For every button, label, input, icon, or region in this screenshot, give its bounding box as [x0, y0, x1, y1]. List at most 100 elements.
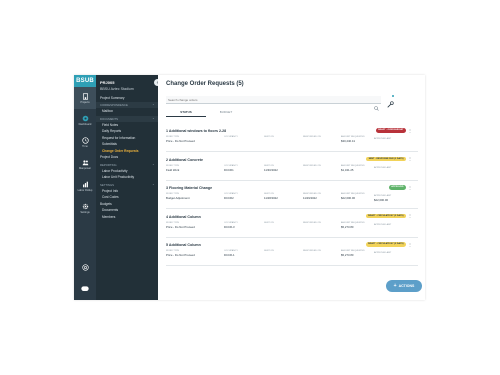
field-value: $22,000.00 [341, 196, 355, 200]
field-occ: OCCUPANCY DCCR-1 [224, 250, 238, 257]
field-label: WORK TYPE [166, 164, 180, 167]
field-resp: RESPONDED ON [303, 222, 321, 225]
field-type: WORK TYPE Price - Do Not Proceed [166, 250, 195, 257]
chevron-up-icon: ^ [152, 103, 154, 107]
field-appr: APPROVED AMT [374, 224, 391, 227]
field-label: RESPONDED ON [303, 136, 321, 138]
field-sent: SENT ON 11/30/2022 [264, 165, 278, 172]
sidebar-item[interactable]: Labor Unit Productivity [96, 174, 158, 181]
field-label: APPROVED AMT [374, 252, 392, 254]
field-label: APPROVED AMT [374, 223, 392, 226]
clock-icon [81, 136, 89, 144]
sidebar-nav: Project Summary CORRESPONDENCE ^ Mailbox DOC… [96, 95, 158, 221]
field-label: RESPONDED ON [303, 164, 321, 167]
field-label: WORK TYPE [166, 221, 180, 224]
rail-item-dashboard[interactable]: Dashboard [74, 109, 96, 131]
people-icon [81, 158, 89, 166]
field-label: WORK TYPE [166, 250, 180, 252]
help-icon [81, 263, 89, 271]
tab-status[interactable]: STATUS [166, 110, 206, 117]
sidebar-item[interactable]: Project Summary [96, 95, 158, 102]
status-badge: SENT - RESPONSE DUE (2 DAYS) [366, 156, 406, 161]
sidebar-item[interactable]: Mailbox [96, 108, 158, 115]
more-options-icon[interactable]: ⋮ [408, 185, 412, 190]
search-icon[interactable] [374, 98, 379, 111]
field-label: APPROVED AMT [374, 195, 392, 197]
change-order-title[interactable]: 4 Additional Column [166, 215, 201, 219]
sidebar-item[interactable]: Members [96, 214, 158, 221]
field-type: WORK TYPE Field Work [166, 165, 179, 172]
search-input[interactable] [166, 97, 366, 102]
field-amt: AMOUNT REQUESTED $30,240.41 [341, 136, 365, 143]
field-type: WORK TYPE Budget Adjustment [166, 193, 189, 200]
page-title: Change Order Requests (5) [166, 81, 244, 87]
more-options-icon[interactable]: ⋮ [408, 214, 412, 218]
sidebar-item[interactable]: Project Docs [96, 154, 158, 161]
field-occ: OCCUPANCY DCCR1 [224, 165, 238, 172]
rail-item-time[interactable]: Time [74, 131, 96, 153]
field-label: WORK TYPE [166, 136, 180, 138]
tab-bar: STATUS BUDGET [166, 110, 246, 117]
field-value: Price - Do Not Proceed [166, 224, 195, 229]
change-order-card[interactable]: 5 Additional Column WORK TYPE Price - Do N… [166, 241, 418, 266]
more-options-icon[interactable]: ⋮ [408, 128, 412, 133]
field-label: RESPONDED ON [303, 193, 321, 195]
sidebar-section-label: SETTINGS [100, 182, 114, 187]
actions-button[interactable]: + ACTIONS [386, 280, 422, 292]
rail-item-settings[interactable]: Settings [74, 197, 96, 219]
filter-icon[interactable] [387, 95, 394, 108]
more-options-icon[interactable]: ⋮ [408, 242, 412, 247]
more-options-icon[interactable]: ⋮ [408, 157, 412, 161]
rail-item-labor-rollup[interactable]: Labor Rollup [74, 175, 96, 197]
change-order-title[interactable]: 2 Additional Concrete [166, 158, 203, 162]
gear-icon [81, 202, 89, 210]
change-order-title[interactable]: 5 Additional Column [166, 243, 201, 247]
field-value: DCCR1 [224, 167, 234, 172]
help-button[interactable] [74, 256, 96, 278]
change-order-card[interactable]: 2 Additional Concrete WORK TYPE Field Work… [166, 156, 418, 181]
rail-item-projects[interactable]: Projects [74, 87, 96, 109]
field-label: RESPONDED ON [303, 250, 321, 252]
field-value: $1,341.25 [341, 167, 354, 172]
field-label: SENT ON [264, 221, 274, 224]
field-amt: AMOUNT REQUESTED $5,273.80 [341, 222, 365, 229]
chat-button[interactable] [74, 278, 96, 300]
field-sent: SENT ON 11/28/2022 [264, 193, 278, 200]
change-order-list: 1 Additional windows to floors 2-28 WORK … [166, 127, 418, 270]
field-resp: RESPONDED ON [303, 165, 321, 168]
chevron-up-icon: ^ [152, 116, 154, 121]
change-order-title[interactable]: 3 Flooring Material Change [166, 186, 212, 190]
field-type: WORK TYPE Price - Do Not Proceed [166, 136, 195, 143]
rail-label: Settings [80, 211, 90, 214]
rail-item-manpower[interactable]: Manpower [74, 153, 96, 175]
search-bar [166, 96, 381, 111]
change-order-card[interactable]: 3 Flooring Material Change WORK TYPE Budge… [166, 184, 418, 209]
field-label: WORK TYPE [166, 193, 180, 195]
field-appr: APPROVED AMT $22,000.00 [374, 195, 391, 202]
field-label: OCCUPANCY [224, 193, 238, 195]
status-badge: DRAFT - OVER BUDGET [375, 128, 406, 133]
chevron-up-icon: ^ [152, 182, 154, 187]
field-label: OCCUPANCY [224, 221, 238, 224]
app-window: BSUB Projects Dashboard Time Manpower La… [74, 75, 425, 300]
change-order-card[interactable]: 1 Additional windows to floors 2-28 WORK … [166, 127, 418, 152]
field-appr: APPROVED AMT [374, 252, 391, 255]
field-label: AMOUNT REQUESTED [341, 164, 365, 167]
rail-label: Dashboard [78, 123, 92, 126]
change-order-title[interactable]: 1 Additional windows to floors 2-28 [166, 129, 226, 133]
field-label: OCCUPANCY [224, 164, 238, 167]
sidebar-section-label: REPORTING [100, 162, 117, 167]
field-occ: OCCUPANCY DCCR-3 [224, 222, 238, 229]
field-value: DCCR2 [224, 196, 234, 200]
field-appr: APPROVED AMT [374, 167, 391, 170]
sidebar-section-label: DOCUMENTS [100, 116, 119, 121]
tab-budget[interactable]: BUDGET [206, 110, 246, 117]
dashboard-icon [81, 114, 89, 122]
field-sent: SENT ON [264, 222, 274, 225]
field-label: AMOUNT REQUESTED [341, 136, 365, 138]
field-label: SENT ON [264, 250, 274, 252]
change-order-card[interactable]: 4 Additional Column WORK TYPE Price - Do N… [166, 213, 418, 238]
field-value: Price - Do Not Proceed [166, 139, 195, 143]
field-value: Budget Adjustment [166, 196, 190, 200]
field-resp: RESPONDED ON 11/29/2022 [303, 193, 321, 200]
